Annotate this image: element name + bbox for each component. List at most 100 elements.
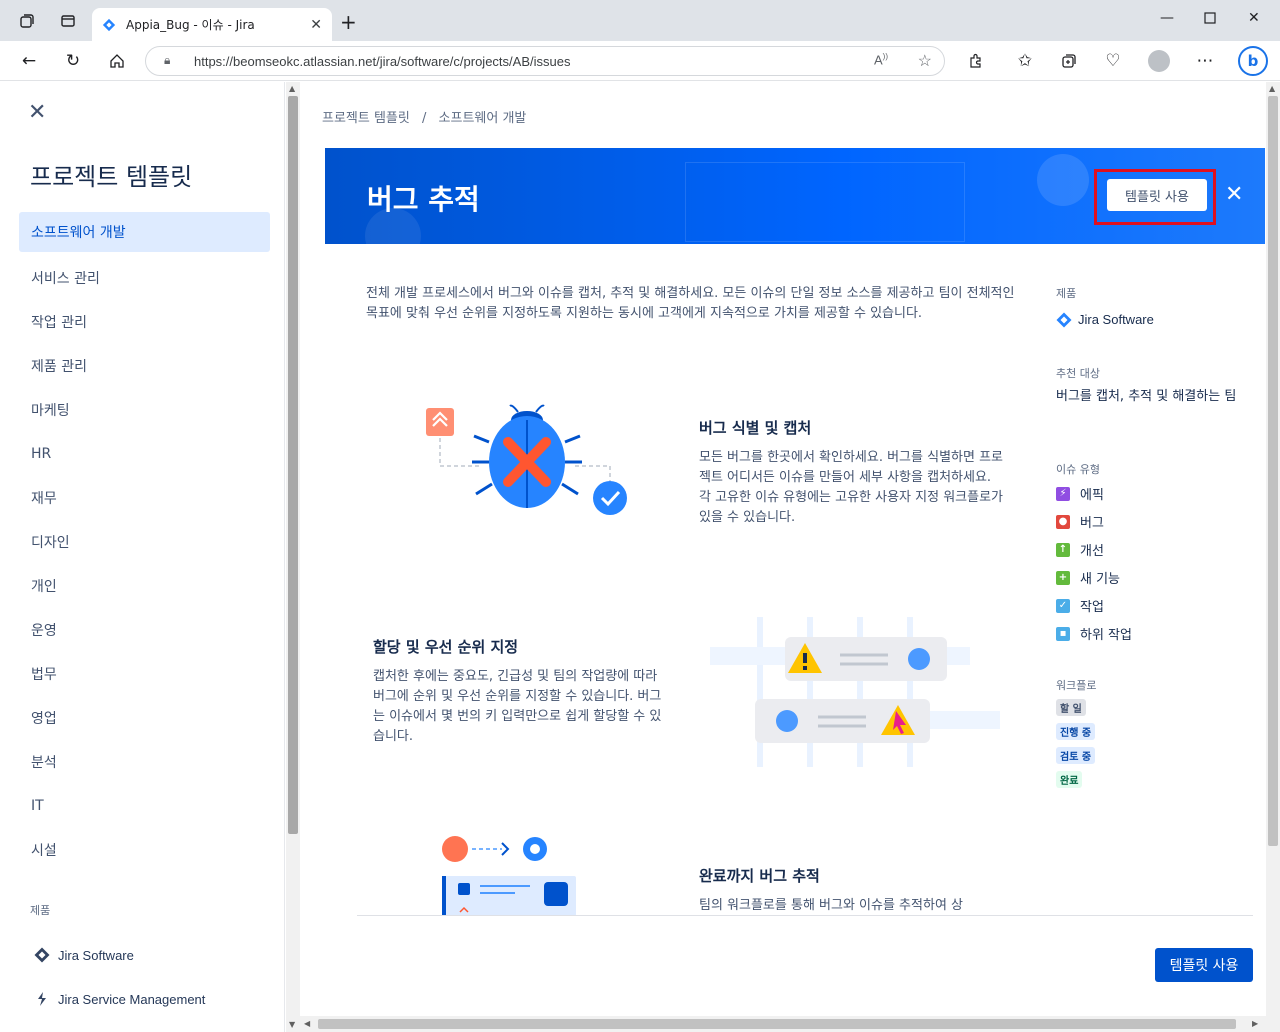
jira-software-icon bbox=[1056, 312, 1072, 328]
workflow-label: 워크플로 bbox=[1056, 679, 1097, 692]
issue-type-task: ✓ 작업 bbox=[1056, 596, 1104, 615]
breadcrumb-root[interactable]: 프로젝트 템플릿 bbox=[322, 111, 410, 126]
issue-type-epic: ⚡ 에픽 bbox=[1056, 484, 1104, 503]
maximize-icon[interactable] bbox=[1204, 12, 1216, 28]
section-title-identify: 버그 식별 및 캡처 bbox=[699, 419, 812, 437]
favorite-star-icon[interactable]: ☆ bbox=[918, 51, 932, 71]
product-value-text: Jira Software bbox=[1078, 312, 1154, 327]
read-aloud-icon[interactable]: A)) bbox=[874, 52, 888, 67]
browser-tab[interactable]: Appia_Bug - 이슈 - Jira ✕ bbox=[92, 8, 332, 41]
recommended-label: 추천 대상 bbox=[1056, 367, 1100, 380]
bug-illustration bbox=[426, 404, 627, 515]
address-bar[interactable]: 🔒︎ https://beomseokc.atlassian.net/jira/… bbox=[145, 46, 945, 76]
collections-icon[interactable] bbox=[1058, 50, 1080, 72]
content-scrollbar[interactable]: ▲ bbox=[1266, 82, 1280, 1032]
bing-copilot-icon[interactable]: b bbox=[1238, 46, 1268, 76]
browser-toolbar: ← ↻ 🔒︎ https://beomseokc.atlassian.net/j… bbox=[0, 41, 1280, 81]
issue-type-improvement: ↑ 개선 bbox=[1056, 540, 1104, 559]
subtask-icon: ▪ bbox=[1056, 626, 1070, 641]
epic-icon: ⚡ bbox=[1056, 486, 1070, 501]
category-list: 소프트웨어 개발 서비스 관리 작업 관리 제품 관리 마케팅 HR 재무 디자… bbox=[19, 212, 270, 872]
sidebar-scrollbar[interactable]: ▲ ▼ bbox=[286, 82, 300, 1032]
highlight-box bbox=[1094, 169, 1216, 225]
category-item-marketing[interactable]: 마케팅 bbox=[19, 388, 270, 432]
page: ✕ 프로젝트 템플릿 소프트웨어 개발 서비스 관리 작업 관리 제품 관리 마… bbox=[0, 82, 1280, 1032]
section-text-identify: 모든 버그를 한곳에서 확인하세요. 버그를 식별하면 프로젝트 어디서든 이슈… bbox=[699, 450, 1004, 525]
jira-logo-icon bbox=[102, 18, 116, 31]
jira-service-management-icon bbox=[38, 992, 46, 1006]
breadcrumb-current[interactable]: 소프트웨어 개발 bbox=[439, 111, 527, 126]
section-title-track: 완료까지 버그 추적 bbox=[699, 867, 820, 885]
section-text-track: 팀의 워크플로를 통해 버그와 이슈를 추적하여 상 bbox=[699, 898, 963, 913]
breadcrumb: 프로젝트 템플릿 / 소프트웨어 개발 bbox=[322, 107, 526, 126]
product-label: Jira Service Management bbox=[58, 991, 206, 1007]
home-icon[interactable] bbox=[106, 50, 128, 72]
extensions-icon[interactable] bbox=[965, 50, 987, 72]
more-menu-icon[interactable]: ⋯ bbox=[1194, 50, 1216, 72]
category-item-finance[interactable]: 재무 bbox=[19, 476, 270, 520]
category-item-analytics[interactable]: 분석 bbox=[19, 740, 270, 784]
tab-close-icon[interactable]: ✕ bbox=[310, 17, 322, 33]
new-tab-icon[interactable]: + bbox=[340, 12, 357, 32]
category-item-hr[interactable]: HR bbox=[19, 432, 270, 476]
category-item-facilities[interactable]: 시설 bbox=[19, 828, 270, 872]
favorites-icon[interactable]: ✩ bbox=[1014, 50, 1036, 72]
workflow-status-done: 완료 bbox=[1056, 771, 1083, 788]
browser-titlebar: Appia_Bug - 이슈 - Jira ✕ + — ✕ bbox=[0, 0, 1280, 41]
products-section-label: 제품 bbox=[30, 904, 51, 917]
workspaces-icon[interactable] bbox=[18, 12, 36, 30]
window-close-icon[interactable]: ✕ bbox=[1248, 10, 1260, 26]
product-value: Jira Software bbox=[1056, 310, 1154, 330]
improvement-icon: ↑ bbox=[1056, 542, 1070, 557]
lock-icon: 🔒︎ bbox=[164, 53, 171, 67]
section-text-assign: 캡처한 후에는 중요도, 긴급성 및 팀의 작업량에 따라 버그에 순위 및 우… bbox=[373, 669, 662, 744]
breadcrumb-separator: / bbox=[422, 111, 427, 126]
tab-actions-icon[interactable] bbox=[59, 12, 77, 30]
template-description: 전체 개발 프로세스에서 버그와 이슈를 캡처, 추적 및 해결하세요. 모든 … bbox=[366, 286, 1015, 321]
url-text: https://beomseokc.atlassian.net/jira/sof… bbox=[194, 53, 571, 69]
section-title-assign: 할당 및 우선 순위 지정 bbox=[373, 638, 519, 656]
issue-type-subtask: ▪ 하위 작업 bbox=[1056, 624, 1132, 643]
category-item-personal[interactable]: 개인 bbox=[19, 564, 270, 608]
bug-icon: ● bbox=[1056, 514, 1070, 529]
category-item-sales[interactable]: 영업 bbox=[19, 696, 270, 740]
category-item-it[interactable]: IT bbox=[19, 784, 270, 828]
tab-title: Appia_Bug - 이슈 - Jira bbox=[126, 18, 255, 32]
sidebar-title: 프로젝트 템플릿 bbox=[30, 163, 193, 191]
workflow-status-in-review: 검토 중 bbox=[1056, 747, 1096, 764]
category-item-software[interactable]: 소프트웨어 개발 bbox=[19, 212, 270, 252]
category-item-operations[interactable]: 운영 bbox=[19, 608, 270, 652]
issue-type-new-feature: + 새 기능 bbox=[1056, 568, 1120, 587]
template-sidebar: ✕ 프로젝트 템플릿 소프트웨어 개발 서비스 관리 작업 관리 제품 관리 마… bbox=[0, 82, 285, 1032]
workflow-status-in-progress: 진행 중 bbox=[1056, 723, 1096, 740]
profile-avatar[interactable] bbox=[1148, 50, 1170, 72]
priority-illustration bbox=[710, 617, 1000, 767]
category-item-work[interactable]: 작업 관리 bbox=[19, 300, 270, 344]
category-item-product[interactable]: 제품 관리 bbox=[19, 344, 270, 388]
recommended-value: 버그를 캡처, 추적 및 해결하는 팀 bbox=[1056, 389, 1237, 404]
issue-types-label: 이슈 유형 bbox=[1056, 463, 1100, 476]
product-label: 제품 bbox=[1056, 287, 1077, 300]
issue-type-bug: ● 버그 bbox=[1056, 512, 1104, 531]
performance-icon[interactable]: ♡ bbox=[1102, 50, 1124, 72]
new-feature-icon: + bbox=[1056, 570, 1070, 585]
refresh-icon[interactable]: ↻ bbox=[62, 50, 84, 72]
footer-use-template-button[interactable]: 템플릿 사용 bbox=[1155, 948, 1253, 982]
category-item-service[interactable]: 서비스 관리 bbox=[19, 256, 270, 300]
close-icon[interactable]: ✕ bbox=[28, 102, 46, 124]
category-item-legal[interactable]: 법무 bbox=[19, 652, 270, 696]
jira-software-icon bbox=[34, 947, 50, 963]
task-icon: ✓ bbox=[1056, 598, 1070, 613]
workflow-status-todo: 할 일 bbox=[1056, 699, 1086, 716]
category-item-design[interactable]: 디자인 bbox=[19, 520, 270, 564]
product-jira-software[interactable]: Jira Software bbox=[34, 947, 134, 963]
product-jira-service-management[interactable]: Jira Service Management bbox=[34, 991, 205, 1007]
workflow-illustration bbox=[442, 836, 576, 916]
template-title: 버그 추적 bbox=[367, 183, 480, 216]
horizontal-scrollbar[interactable]: ◀ ▶ bbox=[300, 1016, 1266, 1032]
footer-divider bbox=[357, 915, 1253, 916]
product-label: Jira Software bbox=[58, 947, 134, 963]
banner-close-icon[interactable]: ✕ bbox=[1225, 184, 1243, 206]
minimize-icon[interactable]: — bbox=[1160, 10, 1174, 26]
back-icon[interactable]: ← bbox=[18, 50, 40, 72]
